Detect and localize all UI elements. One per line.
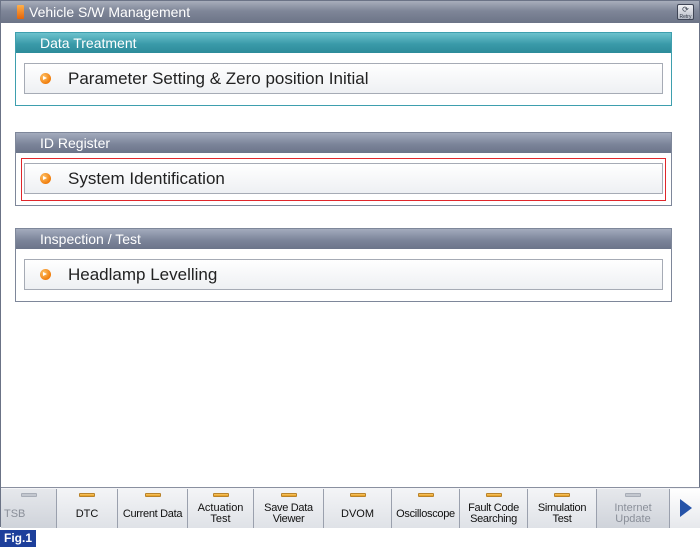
toolbar-label: Current Data: [122, 507, 183, 520]
window-title: Vehicle S/W Management: [29, 4, 191, 20]
toolbar-label: Actuation Test: [197, 502, 244, 525]
indicator-lamp-icon: [625, 493, 641, 497]
arrow-bullet-icon: [40, 173, 51, 184]
toolbar-simulation-test-button[interactable]: Simulation Test: [528, 489, 597, 528]
toolbar-label: TSB: [4, 507, 26, 520]
retry-button[interactable]: ⟳ Retry: [677, 4, 694, 20]
indicator-lamp-icon: [554, 493, 570, 497]
group-header-data-treatment: Data Treatment: [16, 33, 671, 53]
bottom-toolbar: TSB DTC Current Data Actuation Test Save…: [1, 487, 700, 528]
toolbar-oscilloscope-button[interactable]: Oscilloscope: [392, 489, 460, 528]
toolbar-internet-update-button[interactable]: Internet Update: [597, 489, 670, 528]
menu-item-label: Parameter Setting & Zero position Initia…: [68, 69, 369, 88]
toolbar-label: Internet Update: [614, 502, 652, 525]
indicator-lamp-icon: [144, 493, 161, 497]
toolbar-label: Oscilloscope: [396, 507, 455, 520]
indicator-lamp-icon: [485, 493, 502, 497]
toolbar-label: Simulation Test: [537, 502, 587, 525]
toolbar-label: DVOM: [341, 507, 374, 520]
toolbar-tsb-button[interactable]: TSB: [1, 489, 57, 528]
menu-item-system-identification[interactable]: System Identification: [24, 163, 663, 194]
toolbar-label: Fault Code Searching: [468, 502, 519, 525]
menu-item-parameter-setting[interactable]: Parameter Setting & Zero position Initia…: [24, 63, 663, 94]
indicator-lamp-icon: [79, 493, 95, 497]
menu-item-headlamp-levelling[interactable]: Headlamp Levelling: [24, 259, 663, 290]
toolbar-label: DTC: [75, 507, 99, 520]
indicator-lamp-icon: [212, 493, 229, 497]
indicator-lamp-icon: [349, 493, 366, 497]
toolbar-next-button[interactable]: [670, 489, 700, 528]
toolbar-fault-code-searching-button[interactable]: Fault Code Searching: [460, 489, 528, 528]
group-header-id-register: ID Register: [16, 133, 671, 153]
group-inspection-test: Inspection / Test Headlamp Levelling: [15, 228, 672, 302]
group-id-register: ID Register System Identification: [15, 132, 672, 206]
title-bar: Vehicle S/W Management ⟳ Retry: [1, 1, 699, 23]
indicator-lamp-icon: [417, 493, 434, 497]
toolbar-dvom-button[interactable]: DVOM: [324, 489, 392, 528]
group-header-inspection-test: Inspection / Test: [16, 229, 671, 249]
arrow-right-icon: [680, 499, 692, 517]
app-icon: [17, 5, 24, 19]
group-data-treatment: Data Treatment Parameter Setting & Zero …: [15, 32, 672, 106]
retry-icon: ⟳: [682, 5, 689, 14]
toolbar-actuation-test-button[interactable]: Actuation Test: [188, 489, 254, 528]
toolbar-dtc-button[interactable]: DTC: [57, 489, 118, 528]
toolbar-save-data-viewer-button[interactable]: Save Data Viewer: [254, 489, 324, 528]
arrow-bullet-icon: [40, 73, 51, 84]
arrow-bullet-icon: [40, 269, 51, 280]
indicator-lamp-icon: [20, 493, 37, 497]
app-window: Vehicle S/W Management ⟳ Retry Data Trea…: [0, 0, 700, 528]
retry-label: Retry: [679, 14, 692, 20]
indicator-lamp-icon: [280, 493, 297, 497]
toolbar-label: Save Data Viewer: [264, 502, 313, 525]
toolbar-current-data-button[interactable]: Current Data: [118, 489, 188, 528]
menu-item-label: Headlamp Levelling: [68, 265, 218, 284]
menu-item-label: System Identification: [68, 169, 225, 188]
figure-label: Fig.1: [0, 530, 36, 547]
